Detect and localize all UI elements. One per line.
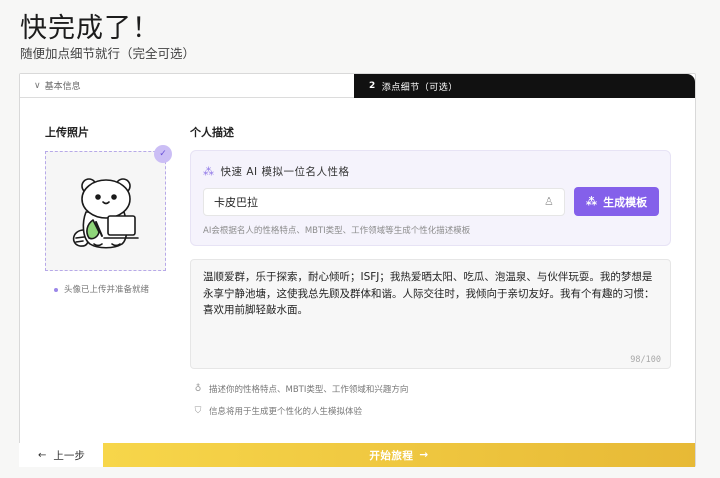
- tab-basic-info-label: 基本信息: [44, 82, 81, 92]
- description-text: 温顺爱群，乐于探索，耐心倾听；ISFJ；我热爱晒太阳、吃瓜、泡温泉、与伙伴玩耍。…: [203, 271, 655, 316]
- upload-photo-heading: 上传照片: [45, 126, 89, 139]
- celebrity-name-input[interactable]: [203, 188, 565, 216]
- tab-step-number: 2: [369, 81, 376, 91]
- upload-status: 头像已上传并准备就绪: [54, 283, 149, 295]
- tab-add-details-label: 添点细节（可选）: [381, 82, 458, 93]
- arrow-left-icon: ←: [38, 449, 47, 461]
- user-icon: ♙: [544, 195, 554, 208]
- upload-check-icon: ✓: [154, 145, 172, 163]
- page-title: 快完成了！: [20, 13, 160, 44]
- start-journey-label: 开始旅程: [369, 449, 414, 462]
- tip-text: 信息将用于生成更个性化的人生模拟体验: [209, 407, 363, 417]
- tip-item: ⛉ 信息将用于生成更个性化的人生模拟体验: [192, 405, 362, 417]
- sparkle-icon: ⁂: [585, 195, 598, 208]
- upload-status-text: 头像已上传并准备就绪: [64, 285, 150, 295]
- character-counter: 98/100: [630, 355, 661, 365]
- start-journey-button[interactable]: 开始旅程 →: [103, 443, 695, 467]
- previous-step-label: 上一步: [53, 449, 85, 462]
- shield-check-icon: ⛉: [194, 406, 202, 416]
- previous-step-button[interactable]: ← 上一步: [19, 443, 103, 467]
- page-subtitle: 随便加点细节就行（完全可选）: [20, 46, 196, 61]
- sparkle-icon: ⁂: [203, 165, 215, 178]
- tab-basic-info[interactable]: ∨ 基本信息: [20, 74, 354, 98]
- tab-add-details[interactable]: 2 添点细节（可选）: [354, 74, 695, 98]
- chevron-down-icon: ∨: [34, 80, 41, 91]
- arrow-right-icon: →: [419, 449, 429, 461]
- photo-upload-area[interactable]: [45, 151, 166, 271]
- status-dot-icon: [54, 287, 58, 292]
- form-card: ∨ 基本信息 2 添点细节（可选） 上传照片 个人描述 ✓ 头像已上传并准备就绪…: [19, 73, 696, 467]
- ai-panel-title-text: 快速 AI 模拟一位名人性格: [220, 166, 350, 178]
- description-heading: 个人描述: [190, 126, 234, 139]
- ai-panel-title: ⁂ 快速 AI 模拟一位名人性格: [203, 164, 349, 179]
- generate-template-button[interactable]: ⁂ 生成模板: [574, 187, 659, 216]
- tip-item: ♁ 描述你的性格特点、MBTI类型、工作领域和兴趣方向: [192, 383, 409, 395]
- description-textarea[interactable]: 温顺爱群，乐于探索，耐心倾听；ISFJ；我热爱晒太阳、吃瓜、泡温泉、与伙伴玩耍。…: [190, 259, 671, 369]
- ai-template-panel: ⁂ 快速 AI 模拟一位名人性格 ♙ ⁂ 生成模板 AI会根据名人的性格特点、MBT…: [190, 150, 671, 246]
- ai-hint-text: AI会根据名人的性格特点、MBTI类型、工作领域等生成个性化描述模板: [203, 226, 471, 236]
- step-tabs: ∨ 基本信息 2 添点细节（可选）: [20, 74, 695, 98]
- lightbulb-icon: ♁: [194, 384, 202, 394]
- capybara-avatar: [72, 178, 139, 249]
- tip-text: 描述你的性格特点、MBTI类型、工作领域和兴趣方向: [209, 385, 409, 395]
- generate-template-label: 生成模板: [603, 195, 648, 209]
